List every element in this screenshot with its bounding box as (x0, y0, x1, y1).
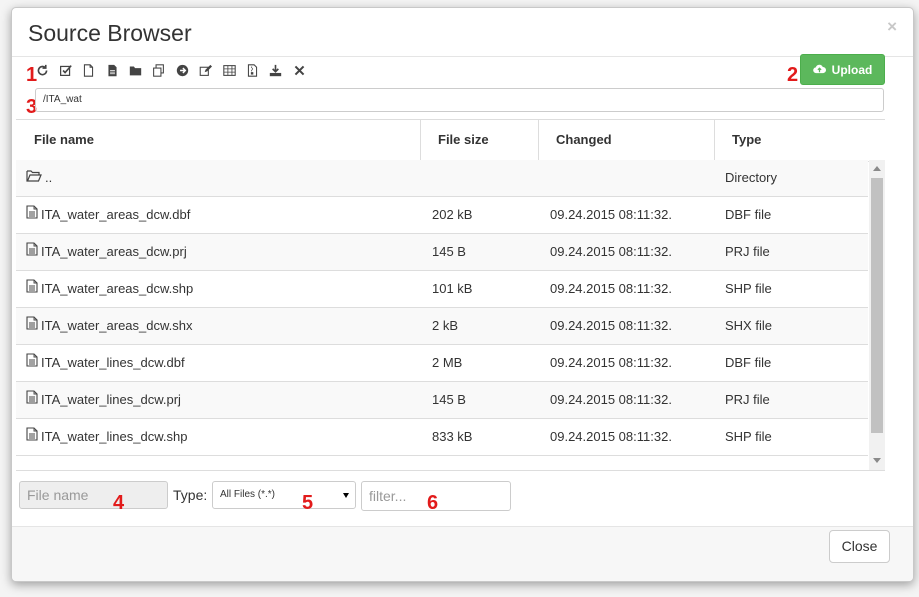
type-cell: DBF file (725, 207, 772, 222)
go-icon[interactable] (174, 62, 190, 78)
col-file-name[interactable]: File name (16, 120, 418, 161)
delete-icon[interactable] (291, 62, 307, 78)
parent-dir-type: Directory (725, 170, 778, 185)
file-size-cell: 2 kB (432, 318, 459, 333)
changed-cell: 09.24.2015 08:11:32. (550, 244, 672, 259)
file-name: ITA_water_lines_dcw.shp (41, 429, 188, 444)
file-size-cell: 833 kB (432, 429, 473, 444)
file-size-cell: 145 B (432, 392, 466, 407)
file-icon (26, 345, 38, 381)
table-row[interactable]: ITA_water_areas_dcw.shx 2 kB 09.24.2015 08… (16, 308, 868, 345)
changed-cell: 09.24.2015 08:11:32. (550, 207, 672, 222)
file-size-cell: 202 kB (432, 207, 473, 222)
type-select-value: All Files (*.*) (220, 489, 276, 500)
file-icon (26, 271, 38, 307)
callout-4: 4 (113, 492, 125, 514)
changed-cell: 09.24.2015 08:11:32. (550, 429, 672, 444)
refresh-icon[interactable] (34, 62, 50, 78)
callout-6: 6 (427, 492, 439, 514)
callout-5: 5 (302, 492, 314, 514)
new-file-icon[interactable] (81, 62, 97, 78)
folder-open-icon (26, 160, 42, 196)
file-name: ITA_water_areas_dcw.dbf (41, 207, 191, 222)
table-icon[interactable] (221, 62, 237, 78)
table-row[interactable]: ITA_water_lines_dcw.shp 833 kB 09.24.2015 … (16, 419, 868, 456)
col-changed[interactable]: Changed (538, 120, 714, 161)
compress-icon[interactable] (245, 62, 261, 78)
upload-button[interactable]: Upload (800, 54, 885, 85)
changed-cell: 09.24.2015 08:11:32. (550, 318, 672, 333)
type-label: Type: (173, 487, 208, 503)
type-cell: PRJ file (725, 392, 770, 407)
upload-label: Upload (831, 62, 873, 77)
scroll-up-arrow-icon[interactable] (873, 166, 881, 171)
path-input[interactable]: /ITA_wat (35, 88, 884, 112)
file-name: ITA_water_areas_dcw.prj (41, 244, 187, 259)
parent-dir-cell: .. (26, 160, 52, 196)
file-name-cell: ITA_water_areas_dcw.dbf (26, 197, 190, 233)
file-size-cell: 145 B (432, 244, 466, 259)
file-table-header: File name File size Changed Type (16, 119, 885, 162)
file-size-cell: 101 kB (432, 281, 473, 296)
file-table-body: .. Directory ITA_water_areas_dcw.dbf 202 … (16, 160, 868, 470)
toolbar (34, 62, 315, 78)
col-file-size[interactable]: File size (420, 120, 538, 161)
file-name-cell: ITA_water_areas_dcw.shx (26, 308, 193, 344)
file-name-cell: ITA_water_lines_dcw.dbf (26, 345, 185, 381)
scroll-down-arrow-icon[interactable] (873, 458, 881, 463)
file-name: ITA_water_areas_dcw.shp (41, 281, 194, 296)
changed-cell: 09.24.2015 08:11:32. (550, 355, 672, 370)
file-name-cell: ITA_water_lines_dcw.shp (26, 419, 187, 455)
file-icon (26, 234, 38, 270)
file-text-icon[interactable] (104, 62, 120, 78)
select-all-icon[interactable] (57, 62, 73, 78)
col-type[interactable]: Type (714, 120, 885, 161)
parent-dir-name: .. (45, 170, 53, 185)
file-icon (26, 308, 38, 344)
file-name: ITA_water_lines_dcw.prj (41, 392, 181, 407)
file-icon (26, 197, 38, 233)
type-cell: SHP file (725, 429, 772, 444)
file-name-input[interactable]: File name (19, 481, 168, 509)
changed-cell: 09.24.2015 08:11:32. (550, 281, 672, 296)
dialog-footer (12, 526, 913, 581)
type-select[interactable]: All Files (*.*) (212, 481, 356, 509)
changed-cell: 09.24.2015 08:11:32. (550, 392, 672, 407)
file-icon (26, 382, 38, 418)
type-cell: DBF file (725, 355, 772, 370)
file-size-cell: 2 MB (432, 355, 463, 370)
copy-icon[interactable] (151, 62, 167, 78)
table-row[interactable]: ITA_water_areas_dcw.dbf 202 kB 09.24.2015 … (16, 197, 868, 234)
file-name: ITA_water_lines_dcw.dbf (41, 355, 185, 370)
chevron-down-icon (343, 493, 349, 498)
file-name: ITA_water_areas_dcw.shx (41, 318, 193, 333)
file-icon (26, 419, 38, 455)
table-row[interactable]: ITA_water_lines_dcw.dbf 2 MB 09.24.2015 08… (16, 345, 868, 382)
download-icon[interactable] (268, 62, 284, 78)
file-name-cell: ITA_water_areas_dcw.prj (26, 234, 187, 270)
table-row[interactable] (16, 456, 868, 470)
dialog-header: Source Browser × (12, 8, 913, 57)
dialog-title: Source Browser (28, 20, 192, 46)
file-name-cell: ITA_water_areas_dcw.shp (26, 271, 193, 307)
table-row[interactable]: ITA_water_areas_dcw.prj 145 B 09.24.2015 0… (16, 234, 868, 271)
table-row-parent[interactable]: .. Directory (16, 160, 868, 197)
close-button[interactable]: Close (829, 530, 890, 563)
table-scrollbar[interactable] (869, 160, 885, 470)
table-row[interactable]: ITA_water_lines_dcw.prj 145 B 09.24.2015 0… (16, 382, 868, 419)
file-name-cell: ITA_water_lines_dcw.prj (26, 382, 181, 418)
table-row[interactable]: ITA_water_areas_dcw.shp 101 kB 09.24.2015 … (16, 271, 868, 308)
cloud-upload-icon (812, 63, 826, 77)
callout-2: 2 (787, 64, 799, 86)
close-icon[interactable]: × (887, 17, 897, 37)
type-cell: SHP file (725, 281, 772, 296)
type-cell: PRJ file (725, 244, 770, 259)
folder-icon[interactable] (128, 62, 144, 78)
scrollbar-thumb[interactable] (871, 178, 883, 433)
type-cell: SHX file (725, 318, 772, 333)
edit-icon[interactable] (198, 62, 214, 78)
